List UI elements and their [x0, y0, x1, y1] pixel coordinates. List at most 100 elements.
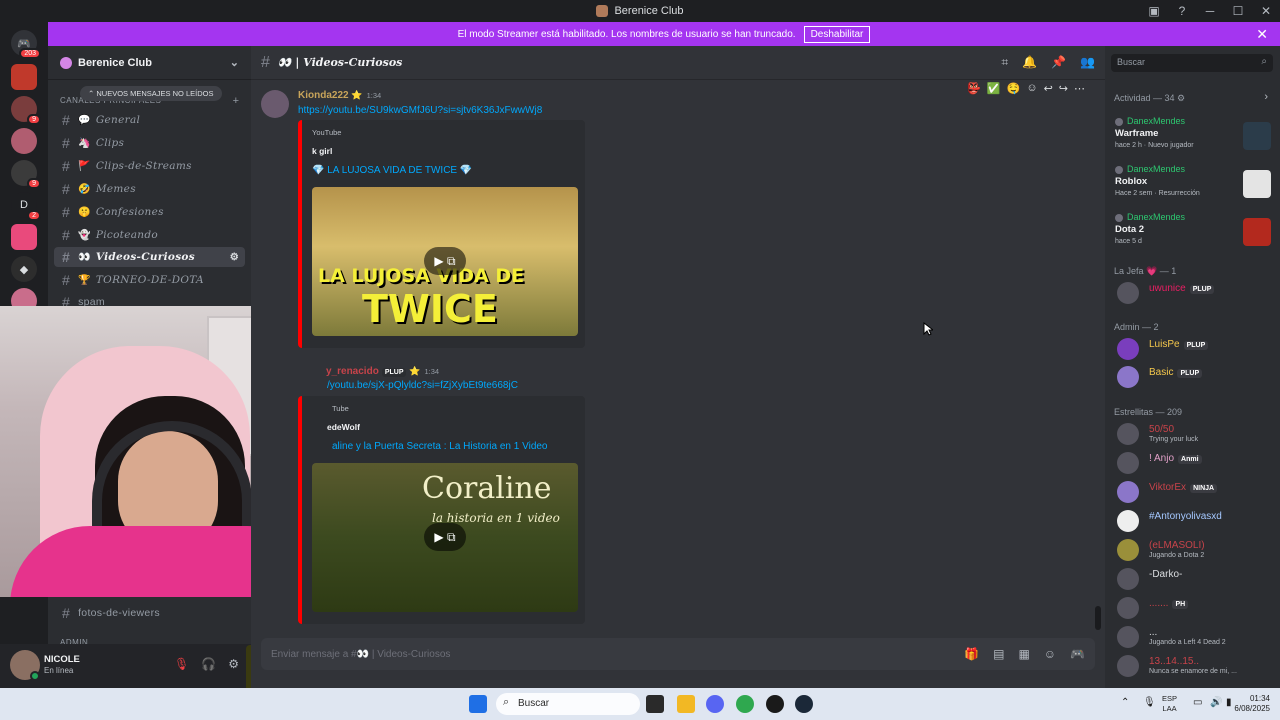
- member-item[interactable]: LuisPe PLUP: [1117, 336, 1277, 362]
- scrollbar[interactable]: [1095, 606, 1101, 630]
- dota-game-icon: [1243, 218, 1271, 246]
- display-icon[interactable]: ▭: [1193, 697, 1202, 708]
- member-item[interactable]: ... Jugando a Left 4 Dead 2: [1117, 624, 1277, 650]
- avatar[interactable]: [261, 90, 289, 118]
- server-header[interactable]: Berenice Club ⌄: [48, 46, 251, 80]
- channel-picoteando[interactable]: # 👻 Picoteando: [54, 225, 245, 245]
- video-thumbnail[interactable]: LA LUJOSA VIDA DE TWICE ▶ ⧉: [312, 187, 578, 336]
- activity-header: Actividad — 34 ⚙: [1114, 93, 1186, 103]
- windows-start-icon[interactable]: [469, 695, 487, 713]
- play-icon[interactable]: ▶ ⧉: [424, 523, 466, 551]
- channel-clips-de-streams[interactable]: # 🚩 Clips-de-Streams: [54, 156, 245, 176]
- channel-clips[interactable]: # 🦄 Clips: [54, 133, 245, 153]
- embed-title[interactable]: aline y la Puerta Secreta : La Historia …: [332, 441, 548, 452]
- gift-icon[interactable]: 🎁: [964, 647, 979, 661]
- message-link[interactable]: https://youtu.be/SU9kwGMfJ6U?si=sjtv6K36…: [298, 105, 542, 116]
- microphone-icon[interactable]: 🎙: [1143, 697, 1156, 708]
- server-icon[interactable]: ◆: [11, 256, 37, 282]
- message-author[interactable]: y_renacido PLUP ⭐ 1:34: [326, 366, 439, 377]
- inbox-icon[interactable]: ▣: [1140, 4, 1168, 18]
- obs-icon[interactable]: [766, 695, 784, 713]
- channel-settings-icon[interactable]: ⚙: [230, 252, 239, 263]
- channel-header: # 👀 | Videos-Curiosos ⌗ 🔔 📌 👥: [251, 46, 1105, 80]
- chrome-icon[interactable]: [736, 695, 754, 713]
- gif-icon[interactable]: ▤: [993, 647, 1004, 661]
- server-icon[interactable]: [11, 224, 37, 250]
- sticker-icon[interactable]: ▦: [1018, 647, 1029, 661]
- channel-confesiones[interactable]: # 🤫 Confesiones: [54, 202, 245, 222]
- activity-card[interactable]: DanexMendes Dota 2 hace 5 d: [1111, 210, 1273, 254]
- file-explorer-icon[interactable]: [677, 695, 695, 713]
- member-item[interactable]: (eLMASOLI) Jugando a Dota 2: [1117, 537, 1277, 563]
- gamepad-icon[interactable]: 🎮: [1070, 647, 1085, 661]
- embed-provider[interactable]: YouTube: [312, 128, 341, 137]
- gear-icon[interactable]: ⚙: [228, 657, 239, 671]
- direct-messages-icon[interactable]: 🎮 203: [11, 30, 41, 59]
- search-input[interactable]: Buscar ⌕: [1111, 54, 1273, 72]
- chevron-up-icon[interactable]: ⌃: [1121, 697, 1129, 708]
- channel-memes[interactable]: # 🤣 Memes: [54, 179, 245, 199]
- steam-icon[interactable]: [795, 695, 813, 713]
- disable-streamer-button[interactable]: Deshabilitar: [803, 25, 871, 43]
- new-unread-messages-pill[interactable]: ⌃ NUEVOS MENSAJES NO LEÍDOS: [80, 86, 222, 101]
- headphones-icon[interactable]: 🎧: [201, 657, 216, 671]
- close-banner-icon[interactable]: ✕: [1256, 26, 1268, 43]
- chevron-down-icon: ⌄: [229, 57, 239, 69]
- hash-icon: #: [261, 53, 270, 71]
- pin-icon[interactable]: 📌: [1051, 55, 1066, 70]
- embed-title[interactable]: 💎 LA LUJOSA VIDA DE TWICE 💎: [312, 165, 472, 176]
- activity-card[interactable]: DanexMendes Roblox Hace 2 sem · Resurrec…: [1111, 162, 1273, 206]
- server-icon[interactable]: [11, 128, 37, 154]
- add-channel-icon[interactable]: +: [233, 95, 239, 107]
- threads-icon[interactable]: ⌗: [1001, 55, 1008, 70]
- channel-torneo-de-dota[interactable]: # 🏆 TORNEO-DE-DOTA: [54, 270, 245, 290]
- clock[interactable]: 01:34 6/08/2025: [1234, 694, 1270, 714]
- channel-videos-curiosos[interactable]: # 👀 Videos-Curiosos ⚙: [54, 247, 245, 267]
- member-sidebar: Buscar ⌕ Actividad — 34 ⚙ › DanexMendes W…: [1105, 46, 1280, 688]
- close-window-icon[interactable]: ✕: [1252, 4, 1280, 18]
- member-item[interactable]: ViktorEx NINJA: [1117, 479, 1277, 505]
- video-thumbnail[interactable]: Coraline la historia en 1 video ▶ ⧉: [312, 463, 578, 612]
- message-link[interactable]: /youtu.be/sjX-pQlyldc?si=fZjXybEt9te668j…: [327, 380, 518, 391]
- embed-author[interactable]: edeWolf: [327, 422, 360, 432]
- embed-provider[interactable]: Tube: [332, 404, 349, 413]
- message-composer[interactable]: Enviar mensaje a #👀 | Videos-Curiosos 🎁 …: [261, 638, 1095, 670]
- message-author[interactable]: Kionda222 ⭐ 1:34: [298, 90, 381, 101]
- taskbar-search[interactable]: ⌕ Buscar: [496, 693, 640, 715]
- member-item[interactable]: ! Anjo Anmi: [1117, 450, 1277, 476]
- gear-icon[interactable]: ⚙: [1177, 93, 1185, 103]
- member-item[interactable]: 50/50 Trying your luck: [1117, 421, 1277, 447]
- battery-icon[interactable]: ▮: [1226, 697, 1232, 708]
- server-icon[interactable]: [11, 64, 37, 90]
- server-icon[interactable]: D2: [11, 192, 41, 221]
- minimize-icon[interactable]: ─: [1196, 4, 1224, 18]
- chevron-right-icon[interactable]: ›: [1264, 91, 1268, 103]
- task-view-icon[interactable]: [646, 695, 664, 713]
- member-item[interactable]: 13..14..15.. Nunca se enamore de mi, ...: [1117, 653, 1277, 679]
- notification-bell-icon[interactable]: 🔔: [1022, 55, 1037, 70]
- channel-general[interactable]: # 💬 General: [54, 110, 245, 130]
- member-item[interactable]: Basic PLUP: [1117, 364, 1277, 390]
- member-item[interactable]: #Antonyolivasxd: [1117, 508, 1277, 534]
- embed-author[interactable]: k girl: [312, 146, 332, 156]
- emoji-icon[interactable]: ☺: [1044, 647, 1056, 661]
- volume-icon[interactable]: 🔊: [1210, 697, 1222, 708]
- server-icon[interactable]: 9: [11, 96, 41, 125]
- play-icon[interactable]: ▶ ⧉: [424, 247, 466, 275]
- activity-card[interactable]: DanexMendes Warframe hace 2 h · Nuevo ju…: [1111, 114, 1273, 158]
- member-item[interactable]: uwunice PLUP: [1117, 280, 1277, 306]
- muted-microphone-icon[interactable]: 🎙: [174, 657, 189, 671]
- star-icon: ⭐: [351, 90, 363, 100]
- search-icon: ⌕: [1261, 56, 1267, 67]
- message-input-placeholder[interactable]: Enviar mensaje a #👀 | Videos-Curiosos: [271, 649, 450, 660]
- member-item[interactable]: -Darko-: [1117, 566, 1277, 592]
- channel-fotos-de-viewers[interactable]: # fotos-de-viewers: [54, 603, 245, 623]
- help-icon[interactable]: ?: [1168, 4, 1196, 18]
- server-icon[interactable]: 9: [11, 160, 41, 189]
- maximize-icon[interactable]: ☐: [1224, 4, 1252, 18]
- language-indicator[interactable]: ESP LAA: [1162, 694, 1177, 714]
- member-item[interactable]: ....... PH: [1117, 595, 1277, 621]
- member-list-icon[interactable]: 👥: [1080, 55, 1095, 70]
- discord-icon[interactable]: [706, 695, 724, 713]
- message: Kionda222 ⭐ 1:34 https://youtu.be/SU9kwGM…: [251, 90, 1091, 350]
